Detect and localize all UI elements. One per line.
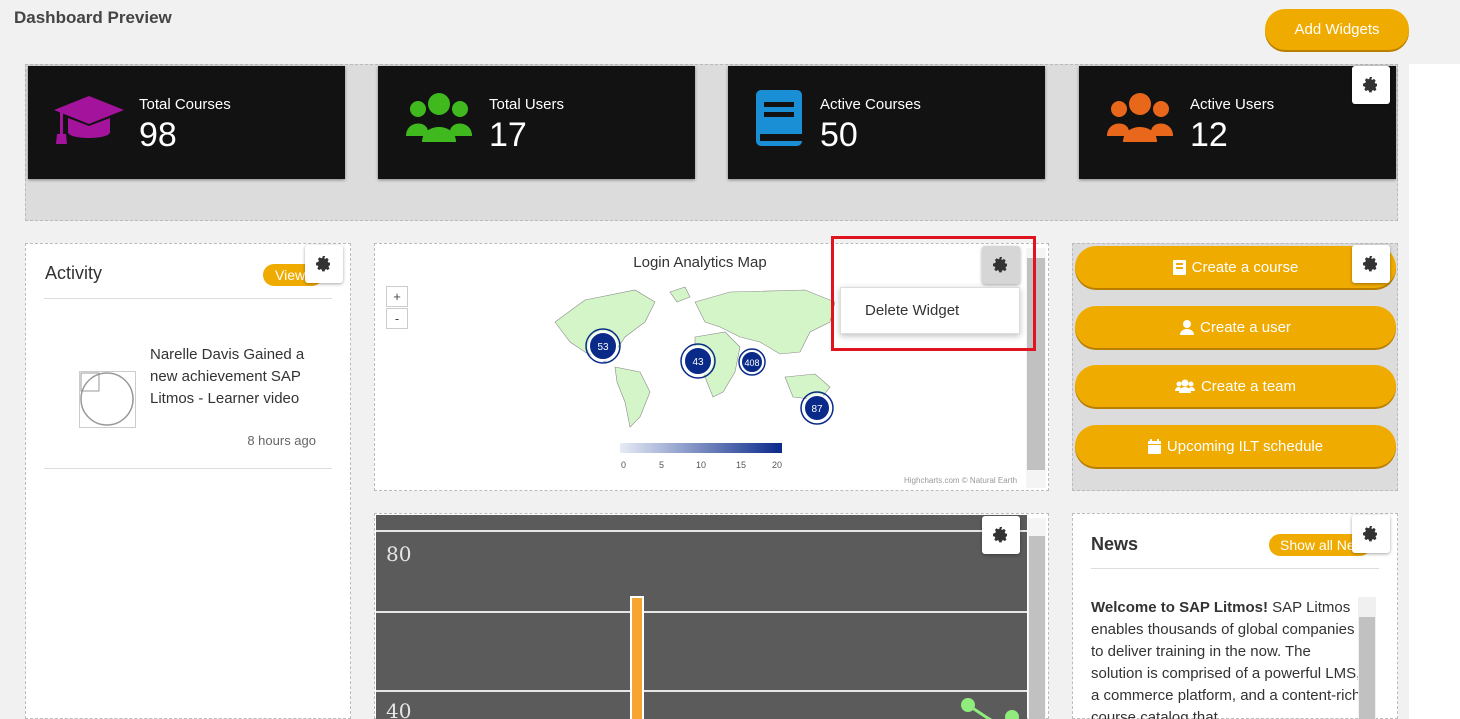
news-settings-button[interactable] bbox=[1352, 515, 1390, 553]
user-avatar-icon bbox=[80, 372, 134, 426]
add-widgets-button[interactable]: Add Widgets bbox=[1265, 9, 1409, 50]
create-user-button[interactable]: Create a user bbox=[1075, 306, 1396, 348]
gear-icon bbox=[993, 527, 1007, 543]
activity-title: Activity bbox=[45, 263, 103, 283]
users-icon bbox=[1107, 93, 1173, 142]
stats-settings-button[interactable] bbox=[1352, 66, 1390, 104]
tick-label: 80 bbox=[386, 542, 412, 566]
news-body: Welcome to SAP Litmos! SAP Litmos enable… bbox=[1091, 597, 1361, 719]
stat-label: Active Users bbox=[1190, 96, 1275, 113]
map-bubble[interactable]: 53 bbox=[585, 328, 621, 364]
upcoming-ilt-button[interactable]: Upcoming ILT schedule bbox=[1075, 425, 1396, 467]
map-credits: Highcharts.com © Natural Earth bbox=[904, 476, 1018, 485]
stat-label: Total Users bbox=[489, 96, 565, 113]
tick-label: 40 bbox=[386, 699, 412, 719]
book-icon bbox=[1172, 259, 1186, 275]
svg-text:43: 43 bbox=[692, 357, 704, 368]
stat-label: Active Courses bbox=[820, 96, 921, 113]
stat-card-total-users: Total Users 17 bbox=[378, 66, 695, 179]
user-icon bbox=[1180, 319, 1195, 335]
grid-line bbox=[376, 611, 1027, 613]
chart-line-series[interactable] bbox=[956, 695, 1026, 719]
page-title: Dashboard Preview bbox=[14, 8, 172, 27]
legend-tick: 0 bbox=[621, 460, 627, 470]
stat-label: Total Courses bbox=[139, 96, 231, 113]
stats-widget: Total Courses 98 Total Users 17 Active C… bbox=[25, 64, 1398, 221]
activity-item-time: 8 hours ago bbox=[247, 433, 316, 448]
scroll-thumb[interactable] bbox=[1029, 536, 1045, 719]
legend-tick: 10 bbox=[696, 460, 707, 470]
activity-settings-button[interactable] bbox=[305, 245, 343, 283]
chart-settings-button[interactable] bbox=[982, 516, 1020, 554]
chart-scrollbar[interactable] bbox=[1028, 518, 1046, 719]
stat-value: 17 bbox=[489, 116, 527, 154]
delete-widget-item[interactable]: Delete Widget bbox=[865, 302, 959, 319]
page-edge bbox=[1409, 64, 1460, 719]
gear-icon bbox=[1363, 256, 1377, 272]
stat-card-total-courses: Total Courses 98 bbox=[28, 66, 345, 179]
scroll-thumb[interactable] bbox=[1359, 617, 1375, 719]
gear-icon bbox=[1363, 526, 1377, 542]
news-text: SAP Litmos enables thousands of global c… bbox=[1091, 599, 1361, 719]
map-bubble[interactable]: 87 bbox=[800, 391, 834, 425]
map-bubble[interactable]: 43 bbox=[680, 343, 716, 379]
legend-tick: 15 bbox=[736, 460, 747, 470]
users-icon bbox=[406, 93, 472, 142]
button-label: Upcoming ILT schedule bbox=[1166, 437, 1324, 455]
svg-text:87: 87 bbox=[811, 404, 823, 415]
legend-tick: 20 bbox=[772, 460, 783, 470]
stat-card-active-users: Active Users 12 bbox=[1079, 66, 1396, 179]
actions-settings-button[interactable] bbox=[1352, 245, 1390, 283]
map-bubble[interactable]: 408 bbox=[738, 348, 766, 376]
divider bbox=[44, 298, 332, 299]
grid-line bbox=[376, 690, 1027, 692]
svg-text:408: 408 bbox=[744, 358, 759, 368]
activity-widget: Activity View Narelle Davis Gained a new… bbox=[25, 243, 351, 719]
grid-line bbox=[376, 530, 1027, 532]
news-scrollbar[interactable] bbox=[1358, 597, 1376, 719]
book-icon bbox=[756, 90, 802, 146]
svg-text:53: 53 bbox=[597, 342, 609, 353]
activity-item-text: Narelle Davis Gained a new achievement S… bbox=[150, 346, 305, 407]
gear-icon bbox=[316, 256, 330, 272]
create-team-button[interactable]: Create a team bbox=[1075, 365, 1396, 407]
stat-value: 50 bbox=[820, 116, 858, 154]
calendar-icon bbox=[1147, 438, 1161, 454]
zoom-in-button[interactable]: + bbox=[386, 286, 408, 307]
team-icon bbox=[1174, 379, 1195, 393]
stat-value: 98 bbox=[139, 116, 177, 154]
stat-card-active-courses: Active Courses 50 bbox=[728, 66, 1045, 179]
button-label: Create a course bbox=[1191, 258, 1299, 276]
chart-bar[interactable] bbox=[630, 596, 644, 719]
button-label: Create a team bbox=[1200, 377, 1297, 395]
stat-value: 12 bbox=[1190, 116, 1228, 154]
chart-area: 80 40 bbox=[376, 515, 1027, 719]
world-map[interactable]: 53 43 408 87 bbox=[545, 282, 845, 432]
chart-widget: 80 40 bbox=[374, 513, 1049, 719]
button-label: Create a user bbox=[1200, 318, 1291, 336]
divider bbox=[1091, 568, 1379, 569]
zoom-out-button[interactable]: - bbox=[386, 308, 408, 329]
gear-icon bbox=[1363, 77, 1377, 93]
create-course-button[interactable]: Create a course bbox=[1075, 246, 1396, 288]
divider bbox=[44, 468, 332, 469]
color-legend bbox=[620, 443, 782, 453]
widget-menu: Delete Widget bbox=[840, 287, 1020, 334]
news-widget: News Show all News Welcome to SAP Litmos… bbox=[1072, 513, 1398, 719]
legend-tick: 5 bbox=[659, 460, 665, 470]
news-headline: Welcome to SAP Litmos! bbox=[1091, 599, 1268, 616]
avatar bbox=[79, 371, 136, 428]
quick-actions-widget: Create a course Create a user Create a t… bbox=[1072, 243, 1398, 491]
news-title: News bbox=[1091, 534, 1139, 554]
graduation-cap-icon bbox=[54, 96, 124, 144]
